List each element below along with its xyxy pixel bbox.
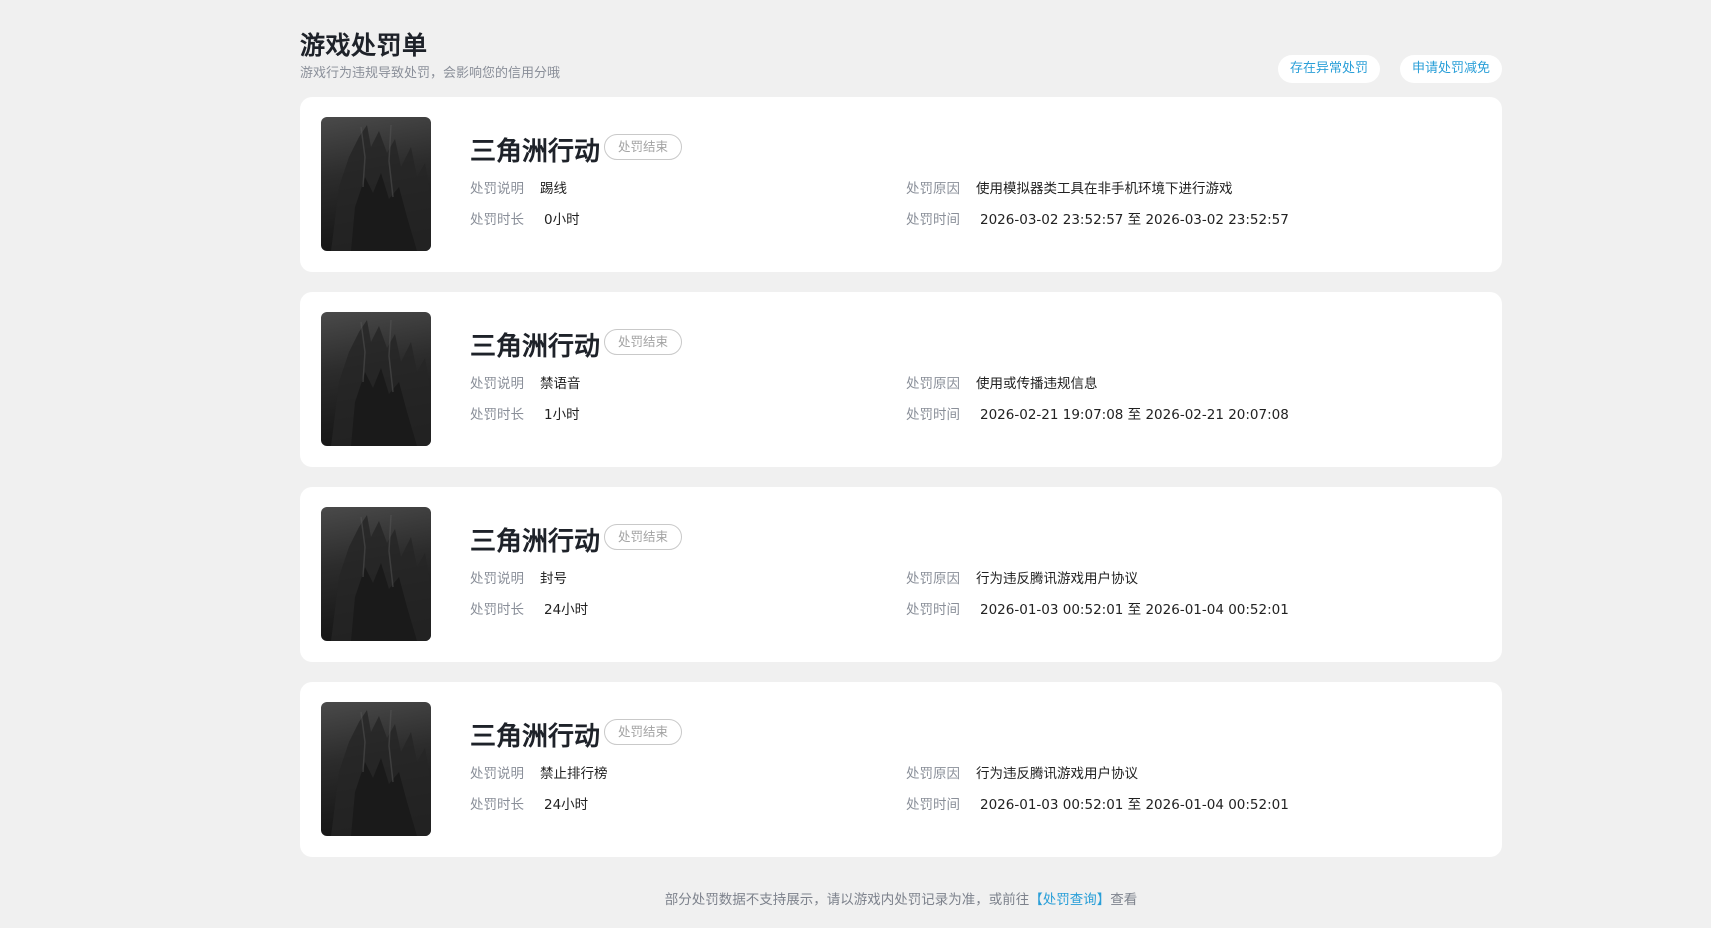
penalty-reason-label: 处罚原因 (906, 766, 960, 782)
penalty-desc-field: 处罚说明 禁止排行榜 (470, 762, 608, 782)
penalty-reason-field: 处罚原因 行为违反腾讯游戏用户协议 (906, 567, 1138, 587)
game-cover-image (321, 312, 431, 446)
game-cover-art (331, 514, 431, 641)
penalty-time-field: 处罚时间 2026-03-02 23:52:57 至 2026-03-02 23:… (906, 208, 1289, 228)
penalty-time-label: 处罚时间 (906, 797, 960, 813)
penalty-duration-label: 处罚时长 (470, 212, 524, 228)
game-name: 三角洲行动 (470, 527, 601, 557)
game-cover-art (331, 319, 431, 446)
top-actions: 存在异常处罚 申请处罚减免 (1277, 55, 1502, 83)
game-name: 三角洲行动 (470, 722, 601, 752)
penalty-desc-label: 处罚说明 (470, 376, 524, 392)
penalty-time-label: 处罚时间 (906, 407, 960, 423)
penalty-time-value: 2026-02-21 19:07:08 至 2026-02-21 20:07:0… (980, 407, 1289, 423)
penalty-reason-field: 处罚原因 使用模拟器类工具在非手机环境下进行游戏 (906, 177, 1233, 197)
penalty-duration-value: 1小时 (544, 407, 580, 423)
penalty-reason-value: 行为违反腾讯游戏用户协议 (976, 766, 1138, 782)
game-cover-image (321, 702, 431, 836)
penalty-duration-label: 处罚时长 (470, 407, 524, 423)
penalty-desc-value: 禁止排行榜 (540, 766, 608, 782)
penalty-desc-label: 处罚说明 (470, 571, 524, 587)
penalty-list: 三角洲行动 处罚结束 处罚说明 踢线 处罚时长 0小时 处罚原因 使用模拟器类工具在非… (300, 97, 1502, 877)
penalty-reason-value: 使用或传播违规信息 (976, 376, 1098, 392)
penalty-reason-value: 使用模拟器类工具在非手机环境下进行游戏 (976, 181, 1233, 197)
penalty-desc-field: 处罚说明 踢线 (470, 177, 567, 197)
status-badge: 处罚结束 (604, 719, 683, 745)
penalty-duration-value: 24小时 (544, 602, 589, 618)
penalty-time-value: 2026-01-03 00:52:01 至 2026-01-04 00:52:0… (980, 602, 1289, 618)
page-subtitle: 游戏行为违规导致处罚，会影响您的信用分哦 (300, 66, 561, 81)
apply-penalty-relief-button[interactable]: 申请处罚减免 (1399, 55, 1502, 83)
penalty-duration-value: 0小时 (544, 212, 580, 228)
penalty-reason-field: 处罚原因 行为违反腾讯游戏用户协议 (906, 762, 1138, 782)
penalty-duration-field: 处罚时长 24小时 (470, 793, 588, 813)
penalty-duration-label: 处罚时长 (470, 602, 524, 618)
penalty-card[interactable]: 三角洲行动 处罚结束 处罚说明 禁止排行榜 处罚时长 24小时 处罚原因 行为违反腾讯… (300, 682, 1502, 857)
status-badge: 处罚结束 (604, 134, 683, 160)
penalty-desc-label: 处罚说明 (470, 181, 524, 197)
penalty-reason-value: 行为违反腾讯游戏用户协议 (976, 571, 1138, 587)
penalty-reason-label: 处罚原因 (906, 181, 960, 197)
penalty-reason-label: 处罚原因 (906, 376, 960, 392)
penalty-duration-label: 处罚时长 (470, 797, 524, 813)
penalty-duration-value: 24小时 (544, 797, 589, 813)
penalty-desc-field: 处罚说明 封号 (470, 567, 567, 587)
footer-text: 部分处罚数据不支持展示，请以游戏内处罚记录为准，或前往 (664, 892, 1030, 908)
penalty-reason-field: 处罚原因 使用或传播违规信息 (906, 372, 1098, 392)
penalty-reason-label: 处罚原因 (906, 571, 960, 587)
penalty-time-field: 处罚时间 2026-02-21 19:07:08 至 2026-02-21 20:… (906, 403, 1289, 423)
penalty-time-field: 处罚时间 2026-01-03 00:52:01 至 2026-01-04 00:… (906, 598, 1289, 618)
penalty-time-label: 处罚时间 (906, 602, 960, 618)
penalty-desc-value: 踢线 (540, 181, 567, 197)
penalty-time-value: 2026-01-03 00:52:01 至 2026-01-04 00:52:0… (980, 797, 1289, 813)
game-cover-image (321, 117, 431, 251)
game-cover-image (321, 507, 431, 641)
page-title: 游戏处罚单 (300, 31, 428, 60)
penalty-card[interactable]: 三角洲行动 处罚结束 处罚说明 封号 处罚时长 24小时 处罚原因 行为违反腾讯游戏用… (300, 487, 1502, 662)
game-cover-art (331, 124, 431, 251)
penalty-time-field: 处罚时间 2026-01-03 00:52:01 至 2026-01-04 00:… (906, 793, 1289, 813)
penalty-desc-value: 禁语音 (540, 376, 581, 392)
footer-note: 部分处罚数据不支持展示，请以游戏内处罚记录为准，或前往【处罚查询】查看 (300, 888, 1502, 908)
abnormal-penalty-button[interactable]: 存在异常处罚 (1277, 55, 1380, 83)
penalty-desc-field: 处罚说明 禁语音 (470, 372, 581, 392)
status-badge: 处罚结束 (604, 329, 683, 355)
penalty-duration-field: 处罚时长 24小时 (470, 598, 588, 618)
penalty-time-value: 2026-03-02 23:52:57 至 2026-03-02 23:52:5… (980, 212, 1289, 228)
penalty-desc-label: 处罚说明 (470, 766, 524, 782)
penalty-card[interactable]: 三角洲行动 处罚结束 处罚说明 踢线 处罚时长 0小时 处罚原因 使用模拟器类工具在非… (300, 97, 1502, 272)
game-name: 三角洲行动 (470, 332, 601, 362)
status-badge: 处罚结束 (604, 524, 683, 550)
penalty-time-label: 处罚时间 (906, 212, 960, 228)
penalty-query-link[interactable]: 【处罚查询】 (1029, 892, 1110, 908)
penalty-duration-field: 处罚时长 1小时 (470, 403, 580, 423)
penalty-duration-field: 处罚时长 0小时 (470, 208, 580, 228)
footer-text-after: 查看 (1110, 892, 1138, 908)
penalty-desc-value: 封号 (540, 571, 567, 587)
game-name: 三角洲行动 (470, 137, 601, 167)
penalty-card[interactable]: 三角洲行动 处罚结束 处罚说明 禁语音 处罚时长 1小时 处罚原因 使用或传播违规信息… (300, 292, 1502, 467)
game-cover-art (331, 709, 431, 836)
